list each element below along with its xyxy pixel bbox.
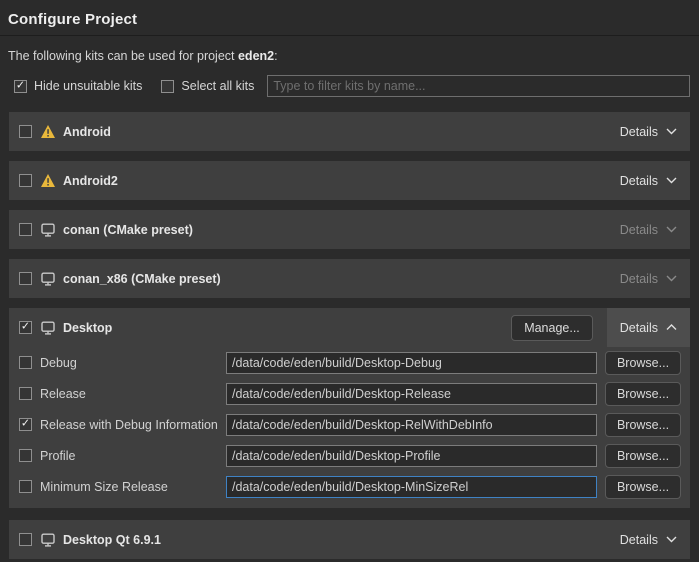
- build-config-row-profile: Profile Browse...: [9, 440, 690, 471]
- kit-name: conan_x86 (CMake preset): [63, 272, 221, 286]
- browse-button[interactable]: Browse...: [605, 444, 681, 468]
- build-dir-input[interactable]: [226, 383, 597, 405]
- config-label: Release: [40, 387, 226, 401]
- kit-row-desktop-qt[interactable]: Desktop Qt 6.9.1 Details: [9, 520, 690, 559]
- config-label: Minimum Size Release: [40, 480, 226, 494]
- desktop-icon: [41, 321, 55, 335]
- build-dir-input[interactable]: [226, 476, 597, 498]
- config-checkbox[interactable]: [19, 418, 32, 431]
- details-label: Details: [620, 174, 658, 188]
- build-config-row-debug: Debug Browse...: [9, 347, 690, 378]
- title-bar: Configure Project: [0, 0, 699, 36]
- chevron-down-icon: [666, 226, 677, 233]
- kit-name: Desktop: [63, 321, 112, 335]
- kit-row-conan-x86[interactable]: conan_x86 (CMake preset) Details: [9, 259, 690, 298]
- config-checkbox[interactable]: [19, 449, 32, 462]
- hide-unsuitable-kits-checkbox[interactable]: Hide unsuitable kits: [14, 79, 142, 93]
- browse-button[interactable]: Browse...: [605, 475, 681, 499]
- kit-row-android2[interactable]: Android2 Details: [9, 161, 690, 200]
- info-suffix: :: [274, 49, 277, 63]
- config-checkbox[interactable]: [19, 387, 32, 400]
- details-button[interactable]: Details: [620, 533, 690, 547]
- details-label: Details: [620, 272, 658, 286]
- kits-info-text: The following kits can be used for proje…: [8, 49, 691, 63]
- build-config-row-minsizerel: Minimum Size Release Browse...: [9, 471, 690, 502]
- checkbox-icon[interactable]: [161, 80, 174, 93]
- manage-button[interactable]: Manage...: [511, 315, 593, 341]
- project-name: eden2: [238, 49, 274, 63]
- config-label: Release with Debug Information: [40, 418, 226, 432]
- kit-checkbox[interactable]: [19, 125, 32, 138]
- kit-checkbox[interactable]: [19, 533, 32, 546]
- details-label: Details: [620, 223, 658, 237]
- details-button[interactable]: Details: [620, 174, 690, 188]
- select-all-kits-checkbox[interactable]: Select all kits: [161, 79, 254, 93]
- details-button[interactable]: Details: [620, 125, 690, 139]
- chevron-down-icon: [666, 275, 677, 282]
- configure-project-panel: Configure Project The following kits can…: [0, 0, 699, 562]
- kit-checkbox[interactable]: [19, 321, 32, 334]
- kit-name: Android: [63, 125, 111, 139]
- info-prefix: The following kits can be used for proje…: [8, 49, 238, 63]
- details-label: Details: [620, 125, 658, 139]
- chevron-down-icon: [666, 536, 677, 543]
- config-checkbox[interactable]: [19, 480, 32, 493]
- build-dir-input[interactable]: [226, 352, 597, 374]
- hide-unsuitable-kits-label: Hide unsuitable kits: [34, 79, 142, 93]
- chevron-up-icon: [666, 324, 677, 331]
- details-label: Details: [620, 533, 658, 547]
- warning-icon: [41, 125, 55, 138]
- desktop-icon: [41, 272, 55, 286]
- config-label: Profile: [40, 449, 226, 463]
- kit-name: Desktop Qt 6.9.1: [63, 533, 161, 547]
- details-button[interactable]: Details: [620, 272, 690, 286]
- select-all-kits-label: Select all kits: [181, 79, 254, 93]
- details-button[interactable]: Details: [607, 308, 690, 347]
- chevron-down-icon: [666, 128, 677, 135]
- kit-controls-row: Hide unsuitable kits Select all kits: [14, 75, 690, 97]
- kit-list: Android Details Android2 Details c: [0, 112, 699, 559]
- details-label: Details: [620, 321, 658, 335]
- kit-row-conan[interactable]: conan (CMake preset) Details: [9, 210, 690, 249]
- config-checkbox[interactable]: [19, 356, 32, 369]
- kit-name: Android2: [63, 174, 118, 188]
- build-dir-input[interactable]: [226, 445, 597, 467]
- desktop-icon: [41, 533, 55, 547]
- config-label: Debug: [40, 356, 226, 370]
- build-config-row-release: Release Browse...: [9, 378, 690, 409]
- browse-button[interactable]: Browse...: [605, 413, 681, 437]
- warning-icon: [41, 174, 55, 187]
- browse-button[interactable]: Browse...: [605, 351, 681, 375]
- details-button[interactable]: Details: [620, 223, 690, 237]
- build-config-row-relwithdebinfo: Release with Debug Information Browse...: [9, 409, 690, 440]
- checkbox-icon[interactable]: [14, 80, 27, 93]
- kit-name: conan (CMake preset): [63, 223, 193, 237]
- browse-button[interactable]: Browse...: [605, 382, 681, 406]
- kit-row-android[interactable]: Android Details: [9, 112, 690, 151]
- desktop-icon: [41, 223, 55, 237]
- kit-section-desktop: Desktop Manage... Details Debug Browse..…: [9, 308, 690, 508]
- kit-filter-input[interactable]: [267, 75, 690, 97]
- kit-checkbox[interactable]: [19, 272, 32, 285]
- page-title: Configure Project: [0, 11, 699, 28]
- kit-checkbox[interactable]: [19, 223, 32, 236]
- chevron-down-icon: [666, 177, 677, 184]
- kit-checkbox[interactable]: [19, 174, 32, 187]
- build-dir-input[interactable]: [226, 414, 597, 436]
- kit-row-desktop[interactable]: Desktop Manage... Details: [9, 308, 690, 347]
